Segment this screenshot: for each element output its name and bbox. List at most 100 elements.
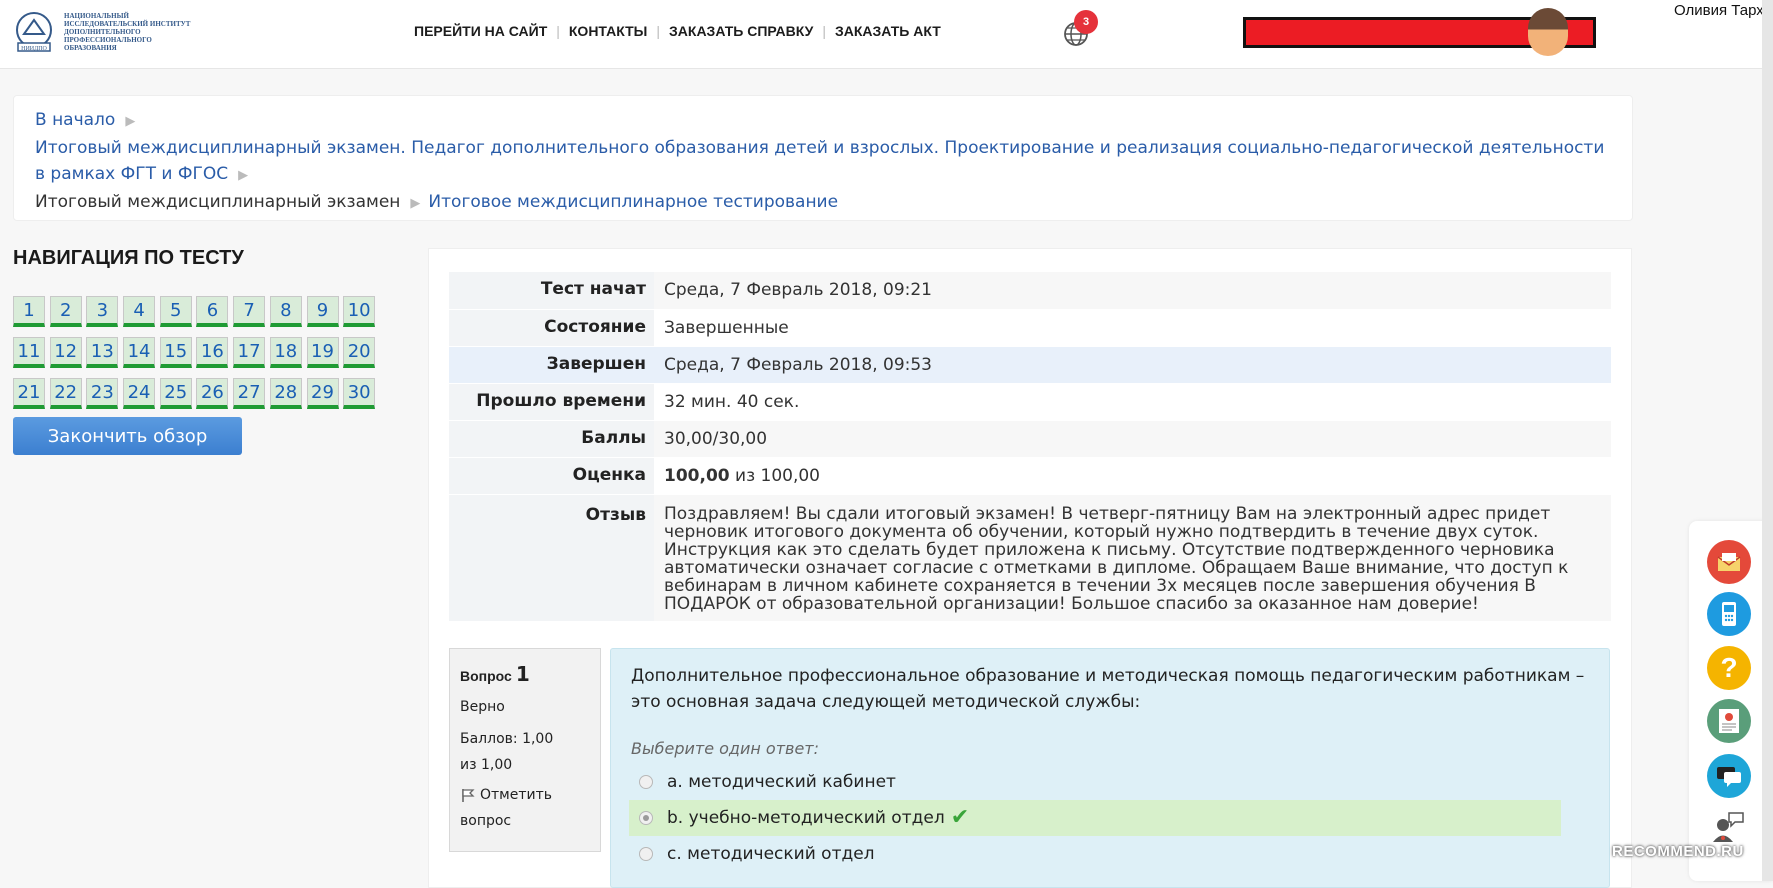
radio-button-selected[interactable] <box>639 811 653 825</box>
quiz-nav-button[interactable]: 27 <box>233 378 266 409</box>
summary-row-feedback: Отзыв Поздравляем! Вы сдали итоговый экз… <box>449 494 1611 622</box>
quiz-nav-button[interactable]: 26 <box>196 378 229 409</box>
vertical-scrollbar[interactable] <box>1762 0 1773 881</box>
certificate-icon[interactable] <box>1707 699 1751 743</box>
quiz-nav-button[interactable]: 24 <box>123 378 156 409</box>
quiz-nav-button[interactable]: 20 <box>343 337 376 368</box>
summary-value: 32 мин. 40 сек. <box>654 383 1611 421</box>
quiz-nav-button[interactable]: 9 <box>306 296 339 327</box>
mail-icon[interactable] <box>1707 540 1751 584</box>
chat-glyph <box>1717 767 1741 787</box>
quiz-nav-button[interactable]: 21 <box>13 378 45 409</box>
flag-question[interactable]: Отметить вопрос <box>460 782 570 834</box>
quiz-nav-button[interactable]: 3 <box>86 296 119 327</box>
breadcrumb-separator-icon: ▶ <box>238 168 249 183</box>
breadcrumb: В начало ▶ Итоговый междисциплинарный экз… <box>13 95 1633 221</box>
radio-button[interactable] <box>639 775 653 789</box>
quiz-nav-grid: 1 2 3 4 5 6 7 8 9 10 11 12 13 14 15 16 1… <box>13 296 393 409</box>
answer-text: a. методический кабинет <box>667 772 896 792</box>
quiz-nav-button[interactable]: 2 <box>49 296 82 327</box>
quiz-nav-button[interactable]: 5 <box>159 296 192 327</box>
grade-value: 100,00 <box>664 465 730 486</box>
breadcrumb-course[interactable]: Итоговый междисциплинарный экзамен. Педа… <box>35 138 1604 184</box>
quiz-nav-button[interactable]: 25 <box>159 378 192 409</box>
phone-icon[interactable] <box>1707 592 1751 636</box>
institute-logo[interactable]: НИИДПО Национальный исследовательский ин… <box>10 10 194 54</box>
summary-label: Оценка <box>449 457 654 495</box>
quiz-nav-button[interactable]: 13 <box>86 337 119 368</box>
attempt-summary-table: Тест начат Среда, 7 Февраль 2018, 09:21 … <box>449 272 1611 622</box>
answer-text: b. учебно-методический отдел <box>667 808 945 828</box>
quiz-nav-button[interactable]: 4 <box>123 296 156 327</box>
summary-row-marks: Баллы 30,00/30,00 <box>449 420 1611 458</box>
answer-option[interactable]: c. методический отдел <box>629 836 1561 872</box>
quiz-nav-button[interactable]: 18 <box>269 337 302 368</box>
phone-glyph <box>1722 602 1736 626</box>
quiz-nav-button[interactable]: 6 <box>196 296 229 327</box>
support-agent-icon[interactable] <box>1707 804 1751 848</box>
quiz-nav-button[interactable]: 23 <box>86 378 119 409</box>
user-avatar[interactable] <box>1528 8 1568 56</box>
watermark: RECOMMEND.RU <box>1612 843 1744 860</box>
nav-divider: | <box>656 23 661 39</box>
top-header: НИИДПО Национальный исследовательский ин… <box>0 0 1773 69</box>
user-name[interactable]: Оливия Тарх <box>1674 2 1764 19</box>
radio-button[interactable] <box>639 847 653 861</box>
quiz-nav-button[interactable]: 28 <box>269 378 302 409</box>
chat-icon[interactable] <box>1707 754 1751 798</box>
question-label: Вопрос <box>460 668 512 684</box>
answer-text: c. методический отдел <box>667 844 875 864</box>
quiz-nav-button[interactable]: 14 <box>123 337 156 368</box>
quiz-nav-button[interactable]: 8 <box>269 296 302 327</box>
quiz-nav-button[interactable]: 16 <box>196 337 229 368</box>
finish-review-button[interactable]: Закончить обзор <box>13 417 242 455</box>
quiz-nav-title: НАВИГАЦИЯ ПО ТЕСТУ <box>13 247 244 269</box>
breadcrumb-separator-icon: ▶ <box>410 196 421 211</box>
quiz-nav-button[interactable]: 11 <box>13 337 45 368</box>
quiz-nav-button[interactable]: 1 <box>13 296 45 327</box>
summary-row-state: Состояние Завершенные <box>449 309 1611 347</box>
notification-badge[interactable]: 3 <box>1074 10 1098 34</box>
breadcrumb-home[interactable]: В начало <box>35 110 115 130</box>
question-number: 1 <box>515 662 530 686</box>
mail-glyph <box>1717 553 1741 571</box>
question-content: Дополнительное профессиональное образова… <box>610 648 1610 888</box>
quiz-nav-button[interactable]: 15 <box>159 337 192 368</box>
certificate-glyph <box>1719 709 1739 733</box>
summary-value: Завершенные <box>654 309 1611 347</box>
question-info: Вопрос 1 Верно Баллов: 1,00 из 1,00 Отмет… <box>449 648 601 852</box>
summary-label: Отзыв <box>449 494 654 622</box>
answer-option[interactable]: a. методический кабинет <box>629 764 1561 800</box>
quiz-nav-button[interactable]: 17 <box>233 337 266 368</box>
top-navigation: ПЕРЕЙТИ НА САЙТ | КОНТАКТЫ | ЗАКАЗАТЬ СП… <box>414 23 941 39</box>
summary-value: Поздравляем! Вы сдали итоговый экзамен! … <box>654 494 1611 622</box>
quiz-nav-button[interactable]: 19 <box>306 337 339 368</box>
flag-icon <box>462 789 475 802</box>
summary-label: Состояние <box>449 309 654 347</box>
quiz-nav-button[interactable]: 7 <box>233 296 266 327</box>
nav-order-certificate[interactable]: ЗАКАЗАТЬ СПРАВКУ <box>669 23 813 39</box>
help-icon[interactable]: ? <box>1707 646 1751 690</box>
nav-go-to-site[interactable]: ПЕРЕЙТИ НА САЙТ <box>414 23 547 39</box>
quiz-nav-button[interactable]: 30 <box>343 378 376 409</box>
contact-widgets: ? <box>1689 521 1773 881</box>
nav-divider: | <box>822 23 826 39</box>
quiz-nav-button[interactable]: 29 <box>306 378 339 409</box>
nav-order-act[interactable]: ЗАКАЗАТЬ АКТ <box>835 23 941 39</box>
summary-label: Баллы <box>449 420 654 458</box>
question-status: Верно <box>460 699 505 715</box>
quiz-nav-button[interactable]: 12 <box>49 337 82 368</box>
summary-row-grade: Оценка 100,00 из 100,00 <box>449 457 1611 495</box>
quiz-nav-button[interactable]: 22 <box>49 378 82 409</box>
summary-label: Завершен <box>449 346 654 384</box>
summary-row-completed: Завершен Среда, 7 Февраль 2018, 09:53 <box>449 346 1611 384</box>
breadcrumb-current[interactable]: Итоговое междисциплинарное тестирование <box>428 192 838 212</box>
summary-value: 100,00 из 100,00 <box>654 457 1611 495</box>
nav-contacts[interactable]: КОНТАКТЫ <box>569 23 647 39</box>
quiz-nav-button[interactable]: 10 <box>343 296 376 327</box>
summary-value: Среда, 7 Февраль 2018, 09:21 <box>654 272 1611 310</box>
question-points: Баллов: 1,00 из 1,00 <box>460 731 554 773</box>
answer-option-correct[interactable]: b. учебно-методический отдел ✔ <box>629 800 1561 836</box>
summary-value: Среда, 7 Февраль 2018, 09:53 <box>654 346 1611 384</box>
emblem-icon: НИИДПО <box>16 12 52 52</box>
